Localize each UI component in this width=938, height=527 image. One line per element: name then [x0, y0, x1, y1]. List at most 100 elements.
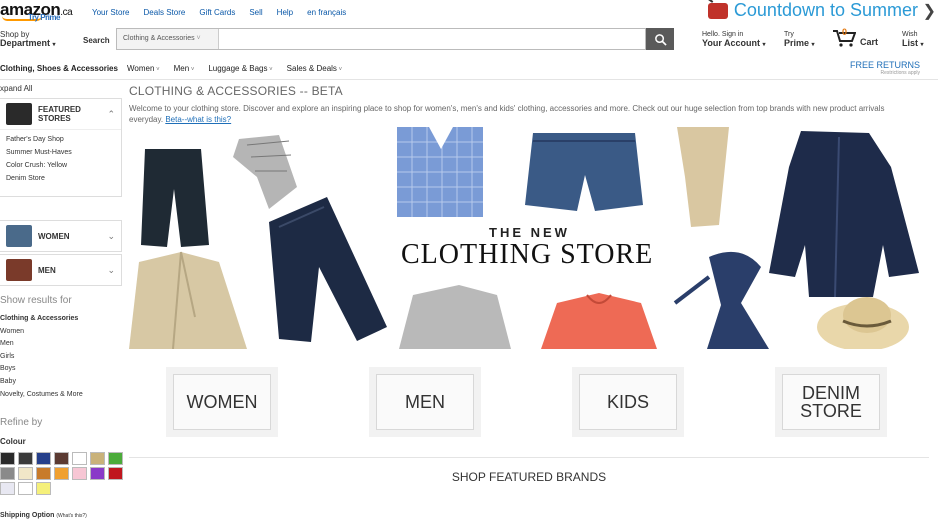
category-home-link[interactable]: Clothing, Shoes & Accessories [0, 64, 800, 73]
colour-swatch[interactable] [0, 452, 15, 465]
chevron-up-icon: ⌃ [107, 108, 115, 119]
colour-swatch[interactable] [108, 452, 123, 465]
women-thumbnail [6, 225, 32, 247]
whats-this-link[interactable]: (What's this?) [56, 513, 86, 519]
category-bar: Clothing, Shoes & Accessories Women Men … [0, 58, 938, 80]
men-thumbnail [6, 259, 32, 281]
colour-swatch[interactable] [36, 452, 51, 465]
colour-swatch[interactable] [54, 452, 69, 465]
result-men[interactable]: Men [0, 338, 83, 351]
page-title: CLOTHING & ACCESSORIES -- BETA [129, 84, 343, 98]
french-link[interactable]: en français [307, 8, 346, 17]
lawn-mower-icon [707, 2, 728, 19]
search-button[interactable] [646, 28, 674, 50]
deals-store-link[interactable]: Deals Store [144, 8, 186, 17]
search-category-select[interactable]: Clothing & Accessories ˅ [117, 29, 219, 49]
featured-link-summer[interactable]: Summer Must-Haves [6, 149, 115, 156]
restrictions-text: Restrictions apply [880, 70, 920, 76]
category-tile-label: KIDS [579, 374, 677, 430]
hello-sign-in: Hello. Sign in [702, 31, 744, 38]
amazon-logo[interactable]: amazon.ca Try Prime [0, 0, 73, 22]
hero-headline-top: THE NEW [489, 225, 570, 240]
department-label: Department [0, 38, 51, 48]
result-baby[interactable]: Baby [0, 376, 83, 389]
result-novelty[interactable]: Novelty, Costumes & More [0, 389, 83, 402]
featured-stores-header[interactable]: FEATURED STORES ⌃ [0, 99, 121, 129]
expand-all-link[interactable]: xpand All [0, 84, 32, 93]
wish-list-menu[interactable]: Wish List ▾ [902, 30, 924, 50]
colour-swatch[interactable] [108, 467, 123, 480]
category-tile-kids[interactable]: KIDS [572, 367, 684, 437]
category-tile-men[interactable]: MEN [369, 367, 481, 437]
shop-by-department[interactable]: Shop by Department ▾ [0, 30, 56, 50]
colour-swatch[interactable] [90, 452, 105, 465]
women-box[interactable]: WOMEN ⌄ [0, 220, 122, 252]
catbar-women[interactable]: Women [127, 64, 160, 73]
countdown-text: Countdown to Summer [733, 0, 918, 20]
colour-swatch[interactable] [18, 467, 33, 480]
results-list: Clothing & Accessories Women Men Girls B… [0, 313, 83, 401]
your-store-link[interactable]: Your Store [92, 8, 130, 17]
chevron-down-icon: ▾ [811, 42, 815, 48]
list-label: List [902, 38, 919, 48]
free-returns-banner[interactable]: FREE RETURNS Restrictions apply [850, 60, 920, 76]
sell-link[interactable]: Sell [249, 8, 262, 17]
colour-swatch[interactable] [72, 452, 87, 465]
featured-link-fathers-day[interactable]: Father's Day Shop [6, 136, 115, 143]
chevron-down-icon: ▾ [920, 42, 924, 48]
featured-stores-thumbnail [6, 103, 32, 125]
show-results-heading: Show results for [0, 295, 72, 306]
colour-swatch[interactable] [72, 467, 87, 480]
category-tile-denim-store[interactable]: DENIM STORE [775, 367, 887, 437]
colour-swatch[interactable] [90, 467, 105, 480]
colour-swatch[interactable] [18, 452, 33, 465]
featured-link-color-crush[interactable]: Color Crush: Yellow [6, 162, 115, 169]
women-header[interactable]: WOMEN ⌄ [0, 221, 121, 251]
search-input[interactable] [219, 29, 645, 49]
men-header[interactable]: MEN ⌄ [0, 255, 121, 285]
welcome-copy: Welcome to your clothing store. Discover… [129, 104, 885, 124]
featured-brands-heading: SHOP FEATURED BRANDS [451, 470, 607, 484]
result-girls[interactable]: Girls [0, 351, 83, 364]
colour-swatch[interactable] [36, 467, 51, 480]
try-label: Try [784, 31, 794, 38]
catbar-luggage[interactable]: Luggage & Bags [208, 64, 272, 73]
refine-by-heading: Refine by [0, 417, 43, 428]
catbar-men[interactable]: Men [174, 64, 195, 73]
colour-swatch[interactable] [18, 482, 33, 495]
catbar-sales[interactable]: Sales & Deals [287, 64, 342, 73]
colour-swatch[interactable] [36, 482, 51, 495]
countdown-promo[interactable]: Countdown to Summer [707, 0, 918, 21]
chevron-right-icon[interactable]: ❯ [923, 1, 936, 21]
colour-swatch[interactable] [0, 482, 15, 495]
colour-swatch[interactable] [0, 467, 15, 480]
hero-headline-main: CLOTHING STORE [401, 239, 654, 270]
account-menu[interactable]: Hello. Sign in Your Account ▾ [702, 30, 766, 50]
result-boys[interactable]: Boys [0, 363, 83, 376]
featured-link-denim[interactable]: Denim Store [6, 175, 115, 182]
search-label: Search [83, 36, 110, 45]
your-account-label: Your Account [702, 38, 760, 48]
result-clothing[interactable]: Clothing & Accessories [0, 313, 83, 326]
free-returns-text: FREE RETURNS [849, 60, 920, 70]
men-box[interactable]: MEN ⌄ [0, 254, 122, 286]
try-prime-link[interactable]: Try Prime [28, 13, 60, 22]
beta-link[interactable]: Beta--what is this? [165, 115, 231, 124]
logo-suffix: .ca [60, 7, 73, 18]
featured-stores-label: FEATURED STORES [38, 105, 81, 123]
wish-label: Wish [902, 31, 918, 38]
help-link[interactable]: Help [277, 8, 293, 17]
prime-menu[interactable]: Try Prime ▾ [784, 30, 815, 50]
hero-banner[interactable]: THE NEW CLOTHING STORE [129, 127, 929, 349]
chevron-down-icon: ⌄ [107, 264, 115, 275]
category-tile-women[interactable]: WOMEN [166, 367, 278, 437]
colour-swatch[interactable] [54, 467, 69, 480]
result-women[interactable]: Women [0, 326, 83, 339]
women-label: WOMEN [38, 231, 70, 241]
nav-row: Shop by Department ▾ Search Clothing & A… [0, 27, 938, 54]
featured-stores-list: Father's Day Shop Summer Must-Haves Colo… [0, 129, 121, 196]
gift-cards-link[interactable]: Gift Cards [199, 8, 235, 17]
cart-button[interactable]: 0 Cart [832, 27, 878, 47]
top-bar: amazon.ca Try Prime Your Store Deals Sto… [0, 0, 938, 26]
shipping-option-heading: Shipping Option (What's this?) [0, 512, 87, 519]
